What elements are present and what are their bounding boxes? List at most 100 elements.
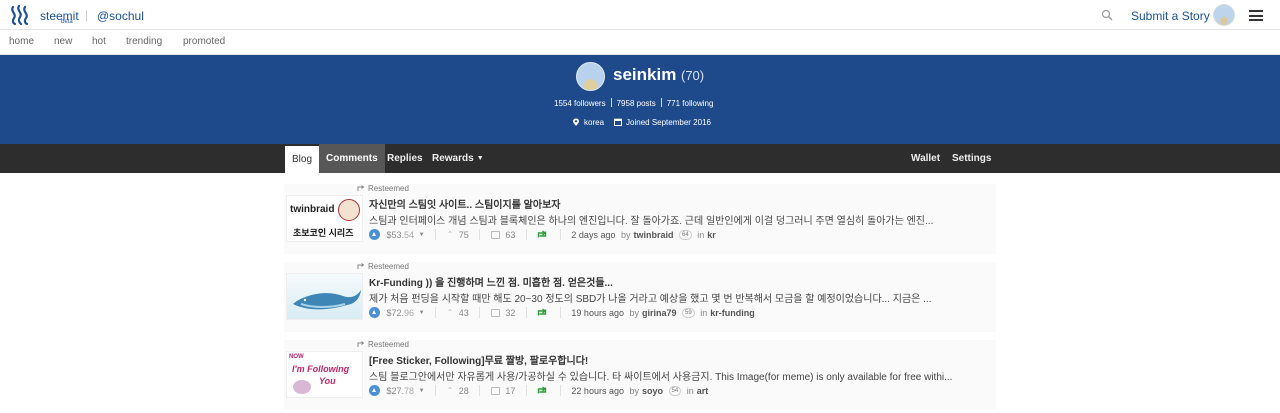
profile-reputation: (70) — [681, 68, 705, 83]
tab-rewards-label: Rewards — [432, 153, 474, 164]
tab-blog[interactable]: Blog — [285, 146, 320, 173]
followers-count[interactable]: 1554 followers — [554, 99, 606, 108]
top-header: steemit beta | @sochul Submit a Story — [0, 0, 1280, 30]
post-author[interactable]: soyo — [642, 386, 663, 396]
votes-count[interactable]: 28 — [459, 386, 469, 396]
divider — [479, 385, 481, 397]
stats-divider — [610, 98, 612, 107]
profile-meta: korea Joined September 2016 — [572, 118, 711, 127]
upvote-icon[interactable] — [369, 307, 380, 319]
thumbnail-subtext: 초보코인 시리즈 — [293, 228, 354, 238]
post-time[interactable]: 19 hours ago — [571, 308, 624, 318]
post-thumbnail[interactable]: twinbraid 초보코인 시리즈 — [286, 195, 363, 242]
post-category[interactable]: kr-funding — [710, 308, 755, 318]
user-handle-link[interactable]: @sochul — [97, 9, 144, 23]
post-excerpt[interactable]: 스팀 블로그안에서만 자유롭게 사용/가공하실 수 있습니다. 타 싸이트에서 … — [369, 368, 991, 383]
resteem-icon — [357, 263, 365, 269]
post-thumbnail[interactable]: NOW I'm Following You — [286, 351, 363, 398]
votes-count[interactable]: 75 — [459, 230, 469, 240]
comments-count[interactable]: 32 — [505, 308, 515, 318]
votes-icon: ⌃ — [446, 308, 454, 318]
post-payout[interactable]: $27.78 — [387, 386, 415, 396]
profile-joined: Joined September 2016 — [626, 118, 711, 127]
post-time[interactable]: 2 days ago — [571, 230, 615, 240]
post-excerpt[interactable]: 스팀과 인터페이스 개념 스팀과 블록체인은 하나의 엔진입니다. 잘 돌아가죠… — [369, 212, 991, 227]
search-icon[interactable] — [1101, 9, 1113, 21]
thumbnail-text: NOW — [289, 354, 304, 360]
profile-avatar — [576, 62, 605, 91]
divider — [435, 307, 437, 319]
chevron-down-icon[interactable]: ▼ — [419, 388, 425, 394]
sub-navigation: home new hot trending promoted — [0, 30, 1280, 55]
votes-icon: ⌃ — [446, 230, 454, 240]
post-excerpt[interactable]: 제가 처음 펀딩을 시작할 때만 해도 20~30 정도의 SBD가 나올 거라… — [369, 290, 991, 305]
post-footer: $27.78 ▼ ⌃ 28 17 22 hours ago by soyo 54 … — [369, 385, 708, 399]
post-category[interactable]: art — [697, 386, 709, 396]
comments-count[interactable]: 17 — [505, 386, 515, 396]
resteem-icon[interactable] — [537, 230, 547, 239]
tab-wallet[interactable]: Wallet — [904, 144, 947, 173]
divider — [559, 229, 561, 241]
chevron-down-icon[interactable]: ▼ — [419, 232, 425, 238]
character-image — [293, 380, 311, 394]
resteem-icon[interactable] — [537, 308, 547, 317]
resteem-icon — [357, 185, 365, 191]
nav-new[interactable]: new — [54, 36, 72, 47]
comments-icon — [490, 386, 500, 395]
thumbnail-text: twinbraid — [290, 204, 335, 215]
resteemed-text: Resteemed — [368, 340, 409, 349]
comments-icon — [490, 230, 500, 239]
submit-story-link[interactable]: Submit a Story — [1131, 9, 1210, 23]
author-reputation: 54 — [668, 385, 682, 396]
post-time[interactable]: 22 hours ago — [571, 386, 624, 396]
nav-trending[interactable]: trending — [126, 36, 162, 47]
divider — [479, 307, 481, 319]
post-title[interactable]: Kr-Funding )) 을 진행하며 느낀 점. 미흡한 점. 얻은것들..… — [369, 274, 613, 289]
chevron-down-icon: ▼ — [476, 155, 484, 162]
nav-home[interactable]: home — [9, 36, 34, 47]
whale-image — [293, 290, 361, 310]
post-title[interactable]: 자신만의 스팀잇 사이트.. 스팀이지를 알아보자 — [369, 196, 560, 211]
resteemed-text: Resteemed — [368, 184, 409, 193]
steemit-logo-icon[interactable] — [9, 5, 31, 25]
divider — [525, 385, 527, 397]
upvote-icon[interactable] — [369, 385, 380, 397]
post-footer: $53.54 ▼ ⌃ 75 63 2 days ago by twinbraid … — [369, 229, 716, 243]
upvote-icon[interactable] — [369, 229, 380, 241]
post-category[interactable]: kr — [707, 230, 716, 240]
post-thumbnail[interactable] — [286, 273, 363, 320]
resteem-icon[interactable] — [537, 386, 547, 395]
divider — [559, 307, 561, 319]
post-author[interactable]: girina79 — [642, 308, 677, 318]
author-reputation: 59 — [682, 307, 695, 318]
resteemed-label: Resteemed — [357, 262, 409, 271]
tab-replies[interactable]: Replies — [380, 144, 430, 173]
votes-count[interactable]: 43 — [459, 308, 469, 318]
post-title[interactable]: [Free Sticker, Following]무료 짤방, 팔로우합니다! — [369, 352, 588, 367]
nav-promoted[interactable]: promoted — [183, 36, 225, 47]
nav-hot[interactable]: hot — [92, 36, 106, 47]
divider — [559, 385, 561, 397]
chevron-down-icon[interactable]: ▼ — [419, 310, 425, 316]
tab-settings[interactable]: Settings — [945, 144, 998, 173]
post-payout[interactable]: $53.54 — [387, 230, 415, 240]
comments-icon — [490, 308, 500, 317]
post-item: twinbraid 초보코인 시리즈 Resteemed 자신만의 스팀잇 사이… — [284, 184, 996, 254]
thumbnail-subtext: I'm Following — [292, 364, 350, 374]
character-image — [338, 199, 360, 221]
comments-count[interactable]: 63 — [505, 230, 515, 240]
divider — [479, 229, 481, 241]
post-payout[interactable]: $72.96 — [387, 308, 415, 318]
post-author[interactable]: twinbraid — [634, 230, 674, 240]
tab-rewards[interactable]: Rewards ▼ — [425, 144, 491, 173]
divider — [435, 229, 437, 241]
calendar-icon — [614, 118, 623, 126]
tab-comments[interactable]: Comments — [319, 144, 385, 173]
user-avatar[interactable] — [1213, 4, 1235, 26]
profile-location: korea — [584, 118, 605, 127]
post-item: Resteemed Kr-Funding )) 을 진행하며 느낀 점. 미흡한… — [284, 262, 996, 332]
in-label: in — [700, 307, 708, 318]
hamburger-menu-icon[interactable] — [1249, 10, 1263, 21]
following-count[interactable]: 771 following — [667, 99, 714, 108]
resteemed-text: Resteemed — [368, 262, 409, 271]
